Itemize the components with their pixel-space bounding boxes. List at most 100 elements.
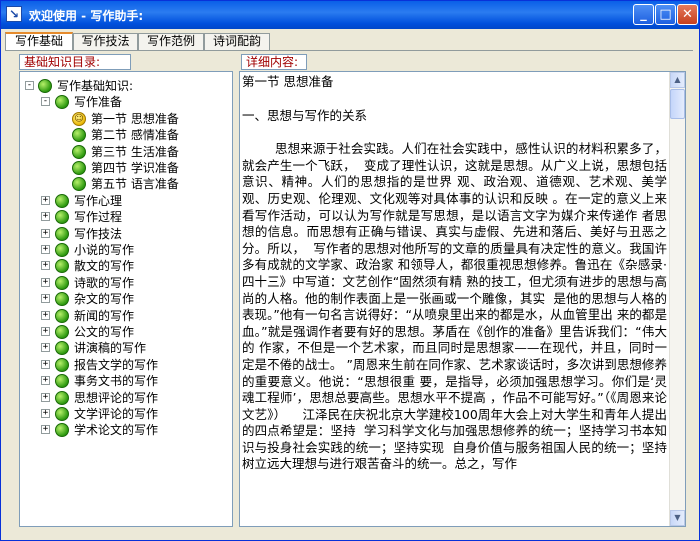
tree-item[interactable]: + 杂文的写作 <box>20 291 220 307</box>
tree-item[interactable]: + 新闻的写作 <box>20 308 220 324</box>
expand-icon[interactable]: + <box>41 277 50 287</box>
tree-item-label: 事务文书的写作 <box>74 374 159 389</box>
expand-icon[interactable]: + <box>41 343 50 353</box>
tree-item[interactable]: + 写作心理 <box>20 193 220 209</box>
tree-item-label: 小说的写作 <box>74 243 135 257</box>
tree-item-label: 思想评论的写作 <box>74 390 159 405</box>
tree-item-label: 公文的写作 <box>74 325 135 339</box>
tree-item-label: 写作技法 <box>74 226 123 241</box>
tree-item-label: 第三节 生活准备 <box>91 144 179 159</box>
tree-item-label: 新闻的写作 <box>74 308 135 323</box>
leaf-icon <box>55 259 69 274</box>
tree-item[interactable]: + 文学评论的写作 <box>20 406 220 422</box>
leaf-icon <box>55 95 69 110</box>
expand-icon[interactable]: + <box>41 195 50 205</box>
tree-item[interactable]: + 讲演稿的写作 <box>20 340 220 356</box>
tab-divider <box>5 50 693 51</box>
collapse-icon[interactable]: - <box>41 97 50 107</box>
app-icon[interactable]: ↘ <box>6 6 22 22</box>
tree-item-label: 写作准备 <box>74 95 123 110</box>
tree-item-label: 写作过程 <box>74 210 123 225</box>
leaf-icon <box>55 243 69 257</box>
scroll-thumb[interactable] <box>670 89 685 119</box>
tree-item-label: 报告文学的写作 <box>74 357 159 372</box>
expand-icon[interactable]: + <box>41 294 50 304</box>
expand-icon[interactable]: + <box>41 327 50 336</box>
detail-content-pane[interactable]: 第一节 思想准备 一、思想与写作的关系 思想来源于社会实践。人们在社会实践中，感… <box>239 71 686 527</box>
expand-icon[interactable]: + <box>41 228 50 238</box>
tree-item-label: 写作基础知识: <box>57 79 134 93</box>
tab-poetry-rhymes[interactable]: 诗词配韵 <box>204 33 270 50</box>
close-button[interactable]: ✕ <box>677 4 698 25</box>
leaf-icon <box>72 177 86 192</box>
tree-item[interactable]: + 公文的写作 <box>20 324 220 340</box>
leaf-icon <box>55 292 69 307</box>
tree-item[interactable]: + 小说的写作 <box>20 242 220 258</box>
tree-item-label: 第四节 学识准备 <box>91 161 179 175</box>
vertical-scrollbar[interactable]: ▲ ▼ <box>669 72 685 526</box>
minimize-icon: _ <box>640 7 647 22</box>
smiley-icon: ☺ <box>72 111 86 126</box>
leaf-icon <box>55 193 69 208</box>
detail-label: 详细内容: <box>241 54 307 70</box>
leaf-icon <box>55 325 69 339</box>
down-arrow-icon: ▼ <box>674 513 681 522</box>
tree-item[interactable]: + 报告文学的写作 <box>20 357 220 373</box>
tree-item[interactable]: 第五节 语言准备 <box>20 176 220 192</box>
tree-item[interactable]: ☺ 第一节 思想准备 <box>20 111 220 127</box>
tree-item[interactable]: + 事务文书的写作 <box>20 373 220 389</box>
leaf-icon <box>55 423 69 438</box>
leaf-icon <box>72 128 86 143</box>
tree-item[interactable]: 第二节 感情准备 <box>20 127 220 143</box>
tree-item-label: 文学评论的写作 <box>74 407 159 421</box>
tree-item-label: 写作心理 <box>74 193 123 208</box>
expand-icon[interactable]: + <box>41 261 50 271</box>
tree-item-label: 第二节 感情准备 <box>91 128 179 143</box>
expand-icon[interactable]: + <box>41 310 50 320</box>
expand-icon[interactable]: + <box>41 212 50 222</box>
scroll-down-button[interactable]: ▼ <box>670 510 685 526</box>
tree-item[interactable]: + 写作技法 <box>20 226 220 242</box>
app-window: ↘ 欢迎使用 - 写作助手: _ □ ✕ 写作基础 写作技法 写作范例 诗词配韵… <box>0 0 700 541</box>
expand-icon[interactable]: + <box>41 409 50 418</box>
expand-icon[interactable]: + <box>41 425 50 435</box>
section-subheading: 一、思想与写作的关系 <box>242 107 368 123</box>
expand-icon[interactable]: + <box>41 392 50 402</box>
leaf-icon <box>55 210 69 225</box>
tab-writing-basics[interactable]: 写作基础 <box>5 32 73 51</box>
window-title: 欢迎使用 - 写作助手: <box>29 9 144 23</box>
collapse-icon[interactable]: - <box>25 81 34 90</box>
leaf-icon <box>55 308 69 323</box>
tree-item[interactable]: 第四节 学识准备 <box>20 160 220 176</box>
tree-item[interactable]: - 写作准备 <box>20 94 220 110</box>
tree-item[interactable]: + 写作过程 <box>20 209 220 225</box>
leaf-icon <box>55 357 69 372</box>
tree-item[interactable]: + 思想评论的写作 <box>20 390 220 406</box>
tree-item[interactable]: 第三节 生活准备 <box>20 144 220 160</box>
scroll-up-button[interactable]: ▲ <box>670 72 685 88</box>
leaf-icon <box>55 226 69 241</box>
tree-item[interactable]: + 诗歌的写作 <box>20 275 220 291</box>
directory-label: 基础知识目录: <box>19 54 131 70</box>
leaf-icon <box>72 144 86 159</box>
tab-writing-examples[interactable]: 写作范例 <box>138 33 204 50</box>
expand-icon[interactable]: + <box>41 245 50 254</box>
tree-item-label: 第五节 语言准备 <box>91 177 179 192</box>
maximize-button[interactable]: □ <box>655 4 676 25</box>
title-bar[interactable]: ↘ 欢迎使用 - 写作助手: _ □ ✕ <box>1 1 699 29</box>
tree-item-label: 杂文的写作 <box>74 292 135 307</box>
tab-writing-techniques[interactable]: 写作技法 <box>73 33 138 50</box>
detail-text[interactable]: 第一节 思想准备 一、思想与写作的关系 思想来源于社会实践。人们在社会实践中，感… <box>242 74 667 473</box>
leaf-icon <box>55 390 69 405</box>
expand-icon[interactable]: + <box>41 376 50 386</box>
tree-item-label: 讲演稿的写作 <box>74 341 147 356</box>
leaf-icon <box>38 79 52 93</box>
tree-item-label: 散文的写作 <box>74 259 135 274</box>
directory-tree[interactable]: - 写作基础知识: - 写作准备 ☺ 第一节 思想准备 第二节 感情准备 第三节 生活准备 第四… <box>19 71 233 527</box>
minimize-button[interactable]: _ <box>633 4 654 25</box>
tree-item[interactable]: + 散文的写作 <box>20 258 220 274</box>
leaf-icon <box>55 407 69 421</box>
tree-item[interactable]: - 写作基础知识: <box>20 78 220 94</box>
tree-item[interactable]: + 学术论文的写作 <box>20 422 220 438</box>
expand-icon[interactable]: + <box>41 359 50 369</box>
